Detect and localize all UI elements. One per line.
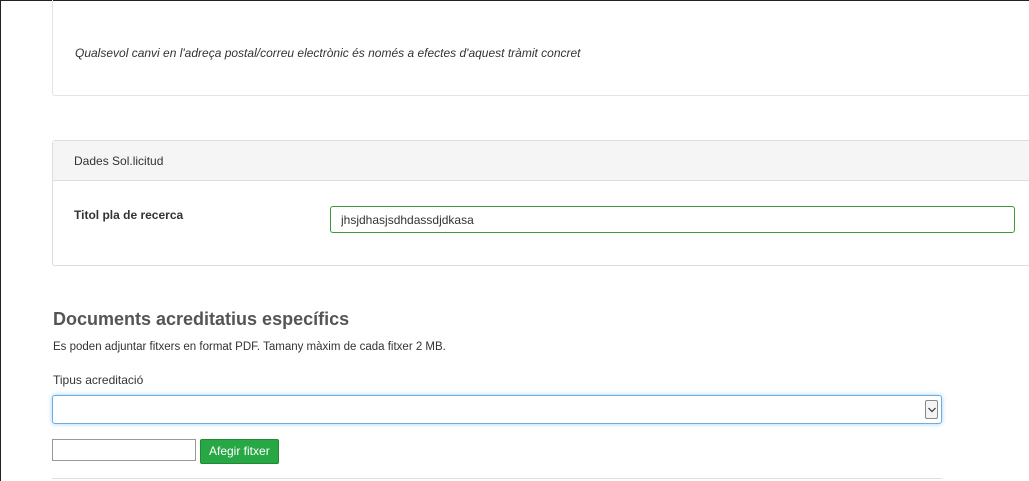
panel-heading: Dades Sol.licitud	[53, 141, 1029, 181]
titol-pla-label: Titol pla de recerca	[74, 208, 184, 222]
chevron-down-icon[interactable]	[925, 400, 938, 419]
titol-pla-input[interactable]	[330, 206, 1015, 233]
file-input[interactable]	[52, 439, 196, 461]
notice-panel: Qualsevol canvi en l'adreça postal/corre…	[52, 0, 1029, 96]
tipus-acreditacio-label: Tipus acreditació	[53, 373, 144, 387]
notice-text: Qualsevol canvi en l'adreça postal/corre…	[75, 46, 581, 60]
section-description: Es poden adjuntar fitxers en format PDF.…	[53, 341, 446, 353]
add-file-button[interactable]: Afegir fitxer	[200, 439, 279, 464]
section-title: Documents acreditatius específics	[53, 309, 350, 329]
tipus-acreditacio-select[interactable]	[52, 395, 942, 424]
divider	[52, 478, 942, 479]
dades-solicitud-panel: Dades Sol.licitud Titol pla de recerca	[52, 140, 1029, 266]
